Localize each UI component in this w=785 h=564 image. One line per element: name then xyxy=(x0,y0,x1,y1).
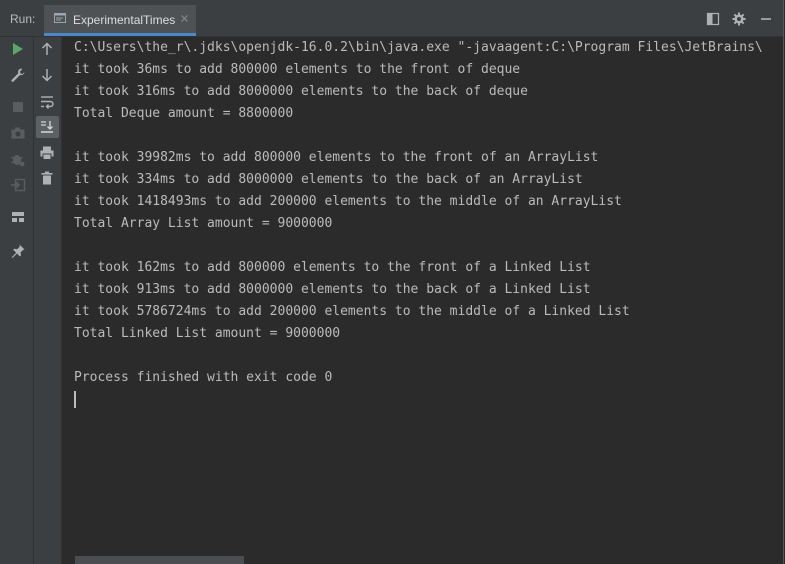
tab-experimental-times[interactable]: ExperimentalTimes xyxy=(44,5,196,36)
arrow-up-icon[interactable] xyxy=(39,41,55,57)
console-line: it took 1418493ms to add 200000 elements… xyxy=(74,194,622,209)
tab-label: ExperimentalTimes xyxy=(73,13,176,27)
wrench-icon[interactable] xyxy=(10,67,26,83)
soft-wrap-icon[interactable] xyxy=(39,94,55,110)
console-tab-icon xyxy=(54,13,66,23)
run-tool-window: Run: ExperimentalTimes C:\Users\the_r\.j… xyxy=(0,0,784,564)
trash-icon[interactable] xyxy=(39,170,55,186)
run-actions-toolbar xyxy=(0,37,34,564)
exit-icon[interactable] xyxy=(10,177,26,193)
pin-icon[interactable] xyxy=(10,243,26,259)
console-text: C:\Users\the_r\.jdks\openjdk-16.0.2\bin\… xyxy=(74,37,783,411)
console-line: it took 913ms to add 8000000 elements to… xyxy=(74,282,591,297)
console-line: Total Deque amount = 8800000 xyxy=(74,106,294,121)
camera-icon[interactable] xyxy=(10,125,26,141)
stop-icon[interactable] xyxy=(10,99,26,115)
layout-panels-icon[interactable] xyxy=(10,209,26,225)
tab-active-indicator xyxy=(44,33,196,36)
gear-icon[interactable] xyxy=(732,12,746,26)
console-line: Total Linked List amount = 9000000 xyxy=(74,326,341,341)
console-line: it took 334ms to add 8000000 elements to… xyxy=(74,172,583,187)
scroll-to-end-icon[interactable] xyxy=(39,119,55,135)
horizontal-scrollbar[interactable] xyxy=(75,556,244,564)
console-line: Total Array List amount = 9000000 xyxy=(74,216,333,231)
console-line: C:\Users\the_r\.jdks\openjdk-16.0.2\bin\… xyxy=(74,40,763,55)
run-label: Run: xyxy=(10,12,36,26)
console-line: it took 39982ms to add 800000 elements t… xyxy=(74,150,599,165)
run-header-bar: Run: ExperimentalTimes xyxy=(0,0,783,37)
console-line: it took 5786724ms to add 200000 elements… xyxy=(74,304,630,319)
console-line: it took 162ms to add 800000 elements to … xyxy=(74,260,591,275)
console-line: Process finished with exit code 0 xyxy=(74,370,333,385)
close-icon[interactable] xyxy=(180,14,189,23)
layout-icon[interactable] xyxy=(706,12,720,26)
print-icon[interactable] xyxy=(39,145,55,161)
text-caret xyxy=(74,391,76,408)
console-output[interactable]: C:\Users\the_r\.jdks\openjdk-16.0.2\bin\… xyxy=(62,37,783,564)
arrow-down-icon[interactable] xyxy=(39,67,55,83)
console-line: it took 316ms to add 8000000 elements to… xyxy=(74,84,528,99)
console-line: it took 36ms to add 800000 elements to t… xyxy=(74,62,521,77)
console-input-line[interactable] xyxy=(74,389,783,411)
minimize-icon[interactable] xyxy=(759,12,773,26)
run-icon[interactable] xyxy=(10,41,26,57)
debug-bug-icon[interactable] xyxy=(10,151,26,167)
